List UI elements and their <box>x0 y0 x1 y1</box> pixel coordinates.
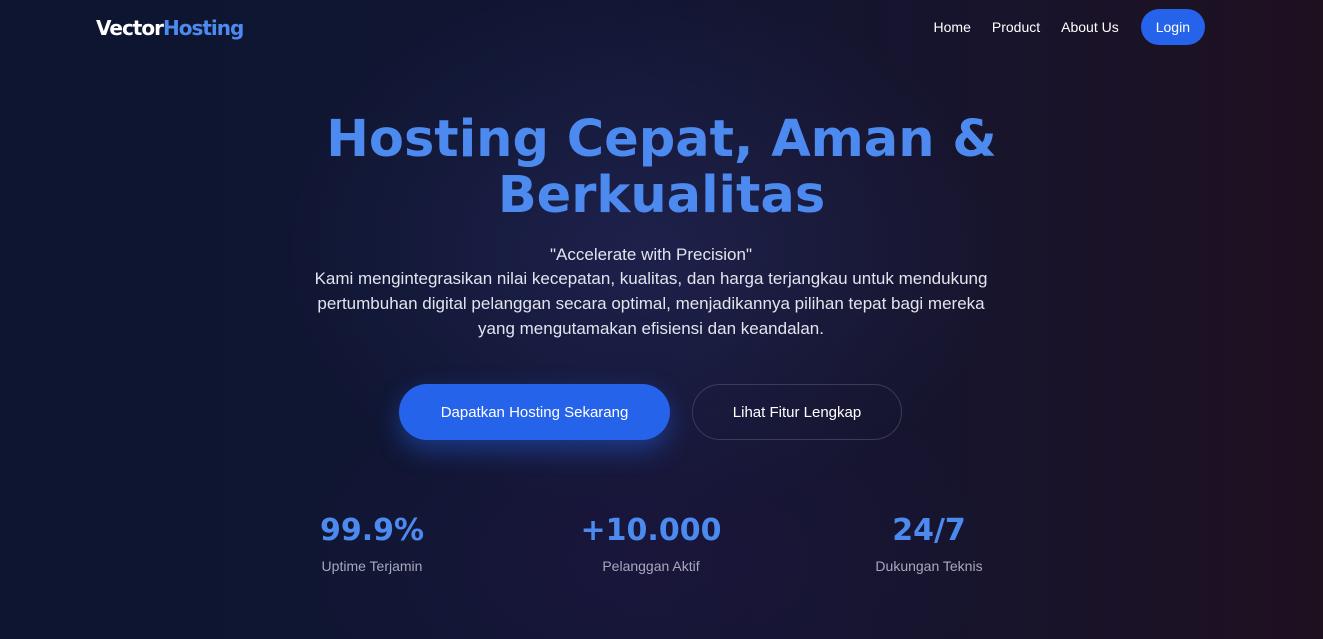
hero-description: Kami mengintegrasikan nilai kecepatan, k… <box>314 269 988 338</box>
stat-label: Pelanggan Aktif <box>602 558 700 574</box>
hero-title: Hosting Cepat, Aman & Berkualitas <box>0 112 1323 224</box>
login-button[interactable]: Login <box>1140 9 1205 45</box>
view-features-button[interactable]: Lihat Fitur Lengkap <box>692 384 902 440</box>
nav-links: Home Product About Us Login <box>934 9 1205 45</box>
nav-link-about-us[interactable]: About Us <box>1061 19 1119 35</box>
stat-label: Dukungan Teknis <box>875 558 983 574</box>
hero-tagline: "Accelerate with Precision" <box>550 245 752 264</box>
navbar: VectorHosting Home Product About Us Logi… <box>0 0 1323 56</box>
stat-value: 99.9% <box>319 513 425 548</box>
stat-customers: +10.000 Pelanggan Aktif <box>531 512 771 574</box>
stat-label: Uptime Terjamin <box>321 558 423 574</box>
hero-title-line-1: Hosting Cepat, Aman & <box>326 110 997 169</box>
logo[interactable]: VectorHosting <box>96 16 244 40</box>
get-hosting-button[interactable]: Dapatkan Hosting Sekarang <box>399 384 670 440</box>
logo-text-vector: Vector <box>96 16 164 40</box>
stat-support: 24/7 Dukungan Teknis <box>809 512 1049 574</box>
stat-value: 24/7 <box>892 513 966 548</box>
logo-text-hosting: Hosting <box>162 16 244 40</box>
nav-link-home[interactable]: Home <box>934 19 971 35</box>
hero-title-line-2: Berkualitas <box>497 166 826 225</box>
nav-link-product[interactable]: Product <box>992 19 1040 35</box>
stat-value: +10.000 <box>580 513 722 548</box>
stat-uptime: 99.9% Uptime Terjamin <box>252 512 492 574</box>
